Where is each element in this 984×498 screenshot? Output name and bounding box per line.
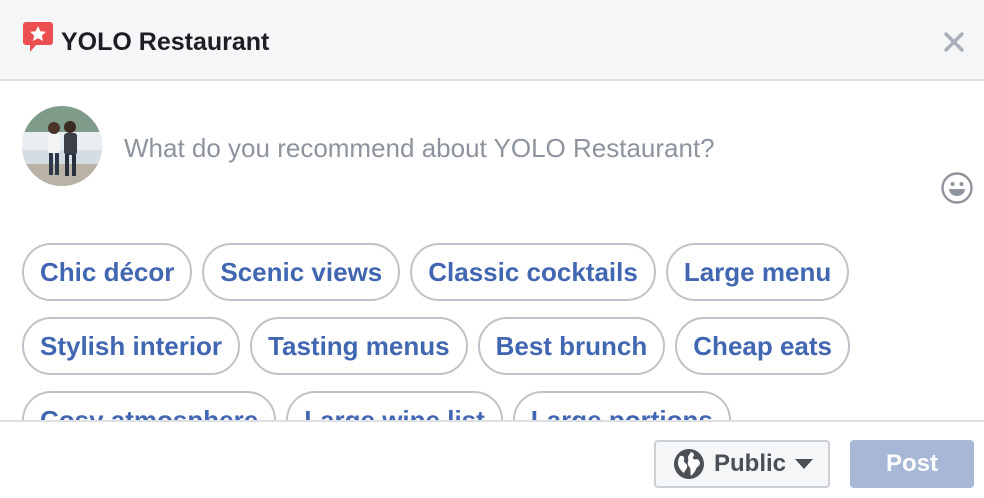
audience-selector-button[interactable]: Public [654, 440, 830, 488]
suggestion-chip[interactable]: Classic cocktails [410, 243, 656, 301]
recommendation-star-icon [23, 22, 53, 52]
post-button[interactable]: Post [850, 440, 974, 488]
suggestion-chip[interactable]: Chic décor [22, 243, 193, 301]
suggestion-chip[interactable]: Large wine list [286, 391, 503, 420]
dialog-header: YOLO Restaurant [0, 0, 984, 81]
user-avatar[interactable] [22, 106, 102, 186]
close-icon[interactable] [940, 28, 968, 56]
suggestion-chip[interactable]: Cheap eats [675, 317, 851, 375]
caret-down-icon [795, 459, 814, 469]
suggestion-chip[interactable]: Tasting menus [250, 317, 468, 375]
suggestion-chip[interactable]: Cosy atmosphere [22, 391, 277, 420]
suggestion-chip[interactable]: Large portions [512, 391, 731, 420]
suggestion-chip[interactable]: Large menu [665, 243, 850, 301]
suggestion-chips: Chic décor Scenic views Classic cocktail… [22, 243, 972, 420]
suggestion-chip[interactable]: Stylish interior [22, 317, 241, 375]
recommendation-input[interactable] [124, 126, 904, 170]
dialog-footer: Public Post [0, 420, 984, 498]
dialog-title: YOLO Restaurant [61, 28, 270, 56]
smiley-face-icon[interactable] [940, 171, 974, 205]
suggestion-chip[interactable]: Scenic views [202, 243, 401, 301]
audience-label: Public [714, 450, 787, 477]
globe-icon [674, 449, 704, 479]
suggestion-chip[interactable]: Best brunch [477, 317, 666, 375]
